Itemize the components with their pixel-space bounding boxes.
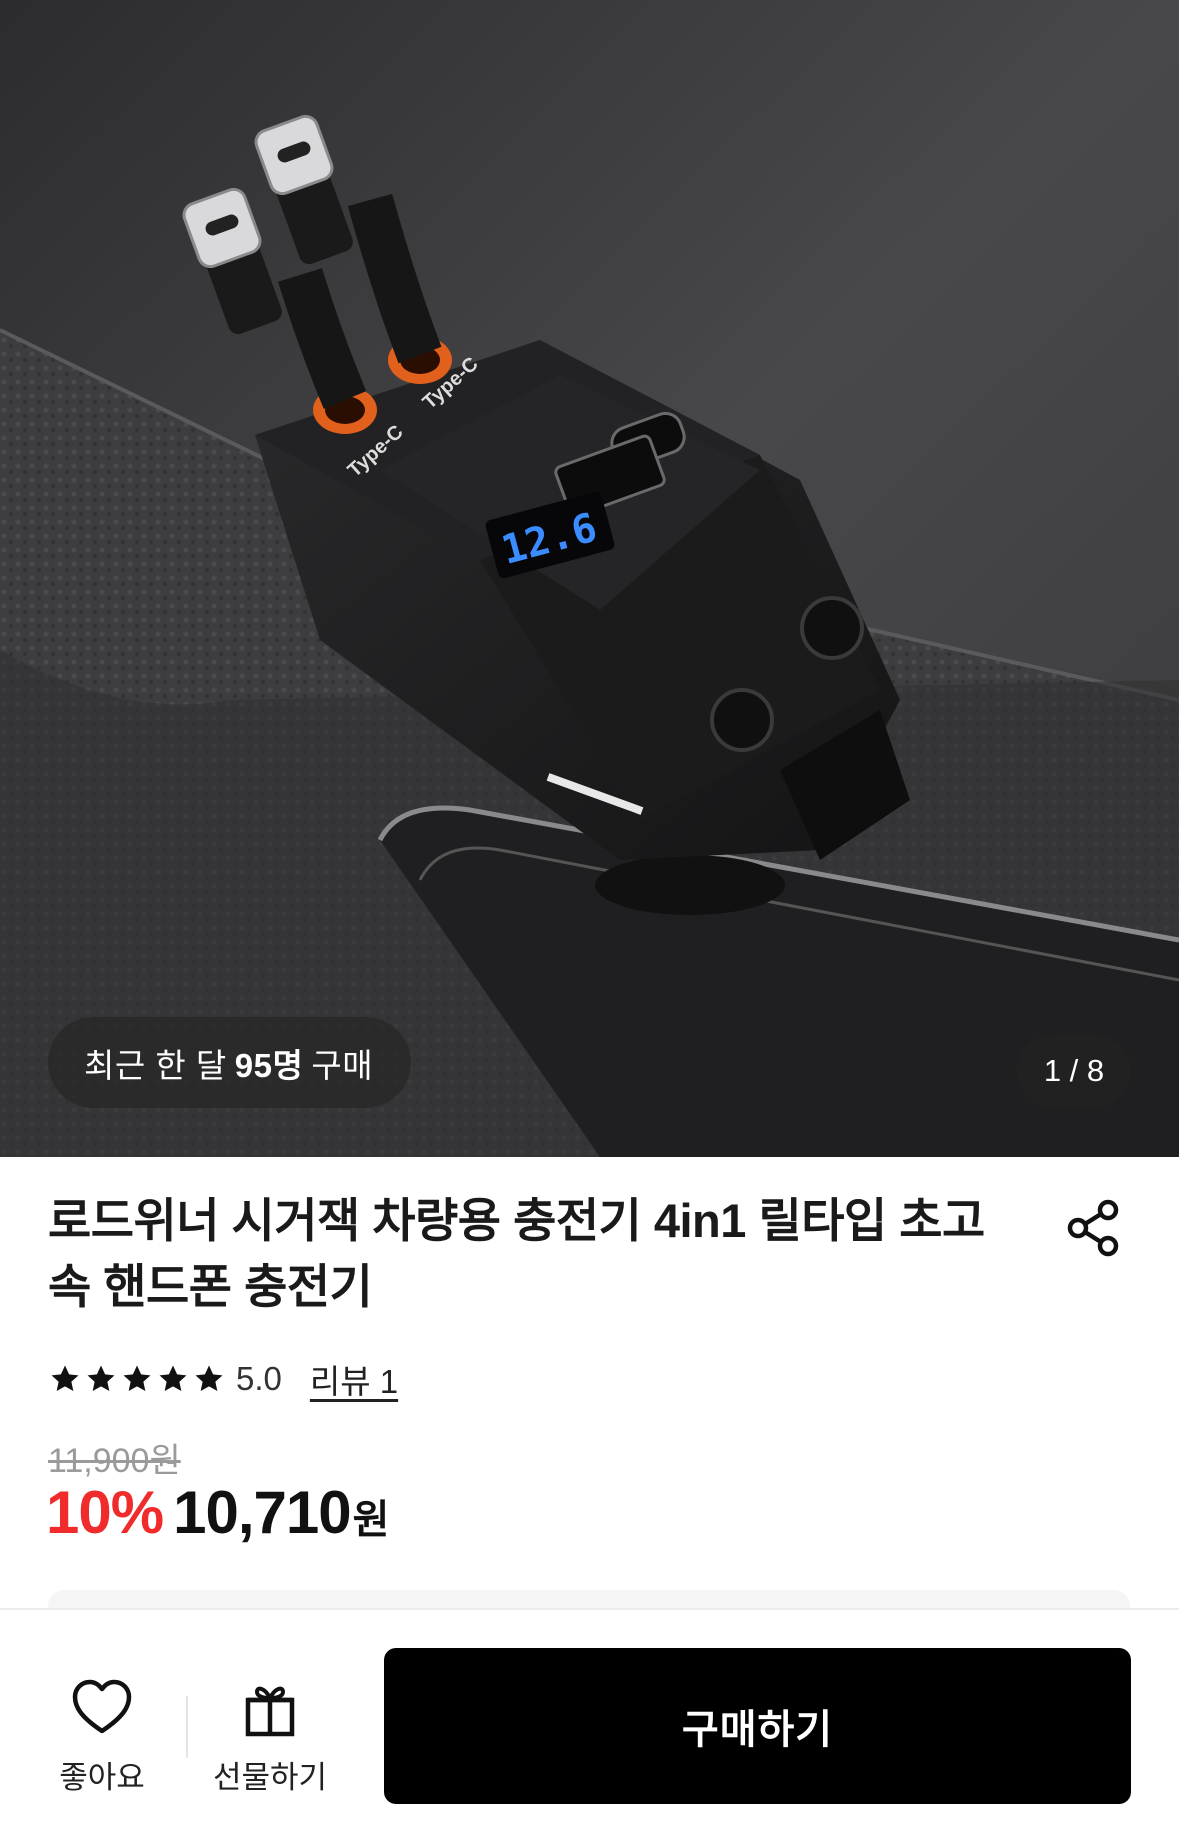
original-price: 11,900원 xyxy=(48,1442,181,1480)
review-link[interactable]: 리뷰 1 xyxy=(310,1355,398,1403)
price-row: 10% 10,710 원 xyxy=(46,1478,389,1558)
recent-purchases-badge: 최근 한 달 95명 구매 xyxy=(48,1017,412,1108)
gift-icon xyxy=(245,1686,295,1737)
like-label: 좋아요 xyxy=(59,1760,145,1795)
share-icon xyxy=(1067,1199,1119,1257)
rating-row: 5.0 리뷰 1 xyxy=(48,1354,398,1404)
recent-purchase-count: 95명 xyxy=(234,1046,304,1084)
gift-label: 선물하기 xyxy=(212,1760,328,1795)
image-counter: 1 / 8 xyxy=(1017,1034,1131,1108)
sale-price: 10,710 xyxy=(173,1479,352,1546)
bottom-action-bar: 좋아요 선물하기 구매하기 xyxy=(0,1608,1179,1840)
rating-score: 5.0 xyxy=(236,1360,282,1397)
share-button[interactable] xyxy=(1062,1196,1126,1260)
star-icon xyxy=(123,1365,151,1392)
discount-rate: 10% xyxy=(46,1479,164,1546)
divider xyxy=(186,1696,188,1758)
star-icon xyxy=(195,1365,223,1392)
recent-purchase-prefix: 최근 한 달 xyxy=(84,1046,227,1084)
product-title-line2: 속 핸드폰 충전기 xyxy=(48,1260,373,1313)
rating-stars xyxy=(48,1362,226,1396)
star-icon xyxy=(87,1365,115,1392)
recent-purchase-suffix: 구매 xyxy=(311,1046,374,1084)
heart-icon xyxy=(72,1679,132,1734)
star-icon xyxy=(51,1365,79,1392)
product-image-carousel[interactable]: 12.6 Type-C Type-C 최근 한 달 95명 구매 1 / 8 xyxy=(0,0,1179,1157)
product-title-line1: 로드위너 시거잭 차량용 충전기 4in1 릴타입 초고 xyxy=(48,1194,985,1247)
like-button[interactable]: 좋아요 xyxy=(32,1678,172,1797)
currency-unit: 원 xyxy=(352,1498,390,1542)
gift-button[interactable]: 선물하기 xyxy=(200,1678,340,1797)
product-photo: 12.6 Type-C Type-C xyxy=(0,0,1179,1157)
star-icon xyxy=(159,1365,187,1392)
product-title: 로드위너 시거잭 차량용 충전기 4in1 릴타입 초고 속 핸드폰 충전기 xyxy=(48,1188,1028,1320)
buy-button[interactable]: 구매하기 xyxy=(384,1648,1131,1804)
